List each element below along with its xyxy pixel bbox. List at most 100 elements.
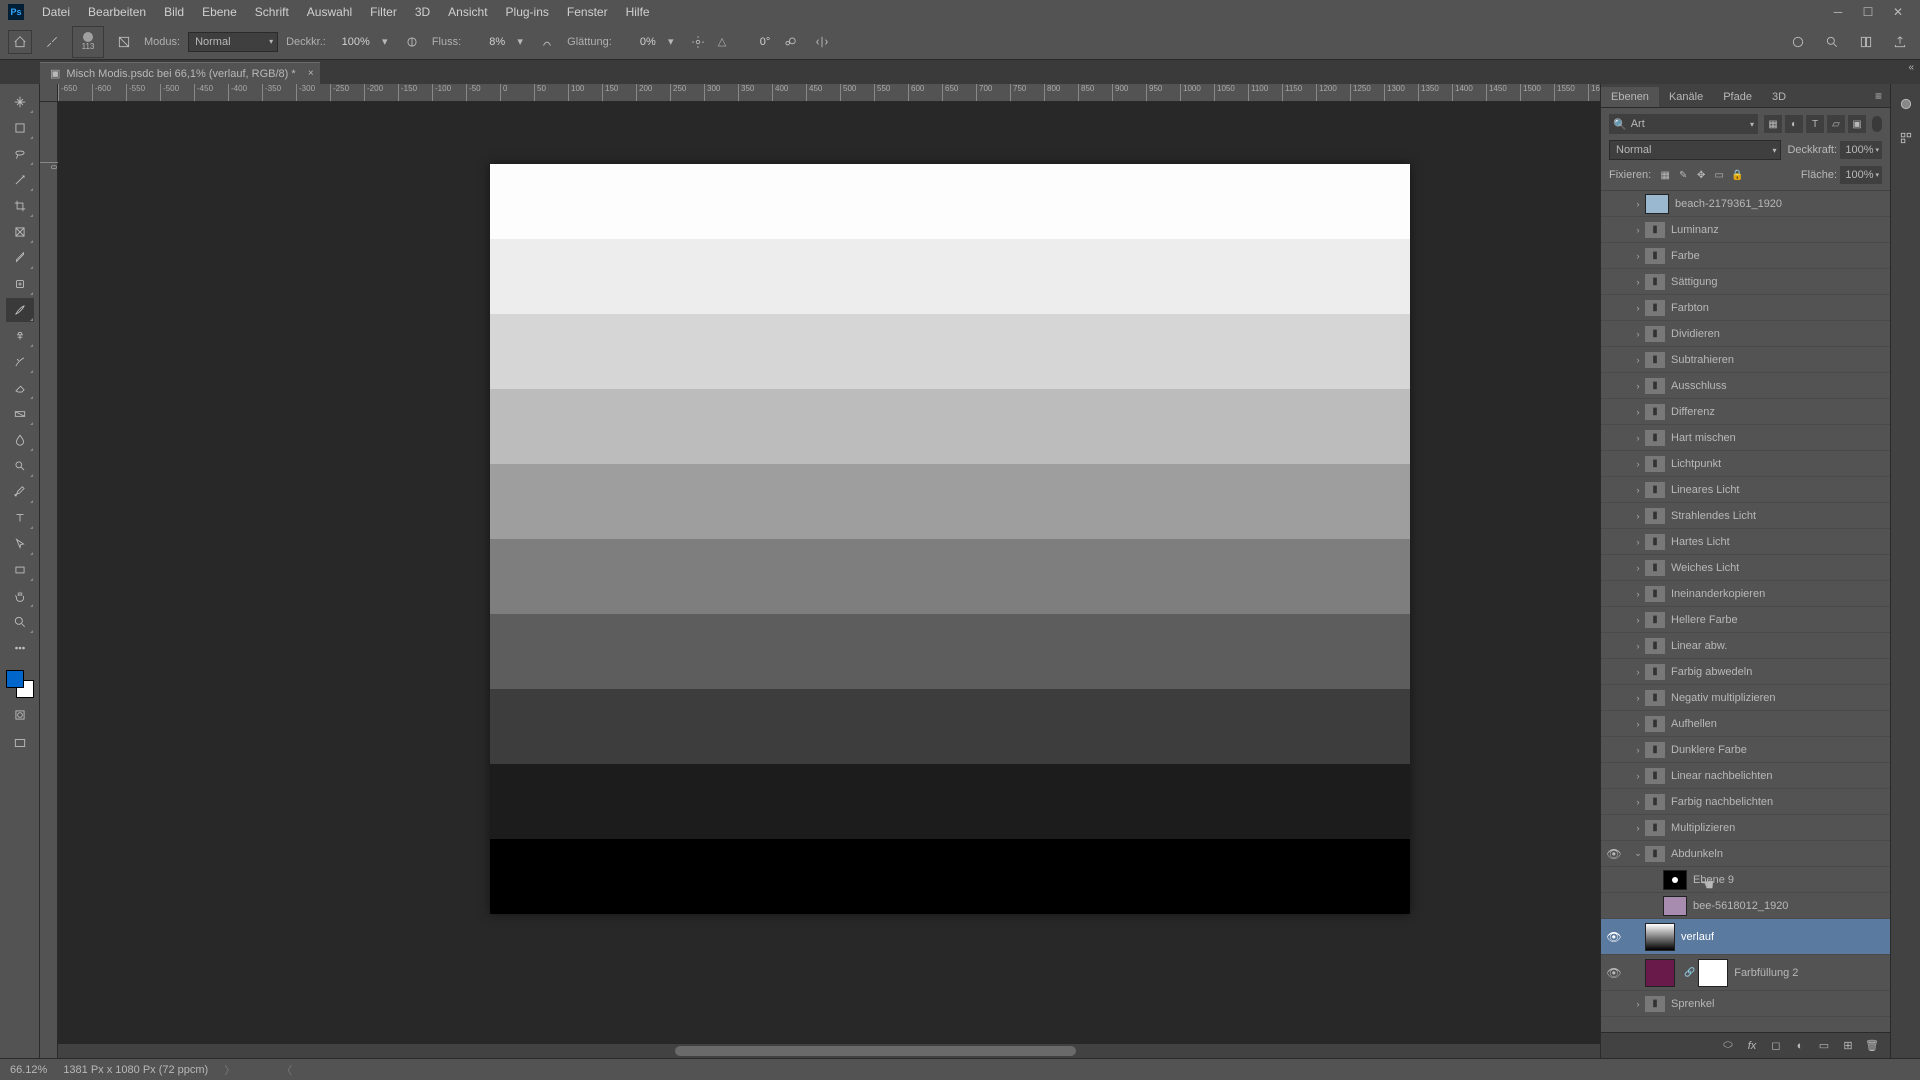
screen-mode-icon[interactable] — [6, 732, 34, 754]
layer-row[interactable]: ›▮Farbe — [1601, 243, 1890, 269]
tool-crop[interactable] — [6, 194, 34, 218]
folder-icon[interactable]: ▮ — [1645, 404, 1665, 420]
ruler-origin[interactable] — [40, 84, 58, 102]
canvas-area[interactable]: -650-600-550-500-450-400-350-300-250-200… — [40, 84, 1600, 1058]
layer-row[interactable]: ›▮Negativ multiplizieren — [1601, 685, 1890, 711]
menu-fenster[interactable]: Fenster — [559, 1, 616, 23]
layer-row[interactable]: ›▮Lichtpunkt — [1601, 451, 1890, 477]
layer-thumbnail[interactable] — [1663, 896, 1687, 916]
menu-hilfe[interactable]: Hilfe — [618, 1, 658, 23]
filter-adjust-icon[interactable]: ◐ — [1785, 115, 1803, 133]
folder-icon[interactable]: ▮ — [1645, 248, 1665, 264]
layer-row[interactable]: ›▮Hart mischen — [1601, 425, 1890, 451]
folder-icon[interactable]: ▮ — [1645, 794, 1665, 810]
document-dimensions[interactable]: 1381 Px x 1080 Px (72 ppcm) — [63, 1064, 208, 1076]
menu-schrift[interactable]: Schrift — [247, 1, 297, 23]
layer-row[interactable]: ›▮Farbig abwedeln — [1601, 659, 1890, 685]
opacity-value[interactable]: 100% — [334, 36, 370, 48]
share-icon[interactable] — [1888, 30, 1912, 54]
folder-icon[interactable]: ▮ — [1645, 586, 1665, 602]
tool-hand[interactable] — [6, 584, 34, 608]
layer-opacity-value[interactable]: 100% — [1840, 141, 1882, 159]
layer-name[interactable]: Aufhellen — [1671, 718, 1717, 730]
lock-pixels-icon[interactable]: ✎ — [1675, 167, 1691, 183]
layer-row[interactable]: ›beach-2179361_1920 — [1601, 191, 1890, 217]
folder-icon[interactable]: ▮ — [1645, 222, 1665, 238]
lock-all-icon[interactable]: 🔒 — [1729, 167, 1745, 183]
tool-pen[interactable] — [6, 480, 34, 504]
expand-arrow-icon[interactable]: › — [1631, 537, 1645, 547]
folder-icon[interactable]: ▮ — [1645, 274, 1665, 290]
panel-tab-kanäle[interactable]: Kanäle — [1659, 87, 1713, 107]
ruler-horizontal[interactable]: -650-600-550-500-450-400-350-300-250-200… — [58, 84, 1600, 102]
layer-name[interactable]: Luminanz — [1671, 224, 1719, 236]
menu-3d[interactable]: 3D — [407, 1, 438, 23]
expand-arrow-icon[interactable]: › — [1631, 251, 1645, 261]
folder-icon[interactable]: ▮ — [1645, 430, 1665, 446]
folder-icon[interactable]: ▮ — [1645, 996, 1665, 1012]
tool-path-select[interactable] — [6, 532, 34, 556]
layer-row[interactable]: ›▮Strahlendes Licht — [1601, 503, 1890, 529]
tool-eraser[interactable] — [6, 376, 34, 400]
layer-name[interactable]: Ebene 9 — [1693, 874, 1734, 886]
folder-icon[interactable]: ▮ — [1645, 690, 1665, 706]
layer-name[interactable]: Farbfüllung 2 — [1734, 967, 1798, 979]
folder-icon[interactable]: ▮ — [1645, 716, 1665, 732]
panel-menu-icon[interactable]: ≡ — [1867, 85, 1890, 107]
layer-name[interactable]: Lichtpunkt — [1671, 458, 1721, 470]
layer-name[interactable]: Dunklere Farbe — [1671, 744, 1747, 756]
filter-type-icon[interactable]: T — [1806, 115, 1824, 133]
layer-name[interactable]: Dividieren — [1671, 328, 1720, 340]
tool-lasso[interactable] — [6, 142, 34, 166]
folder-icon[interactable]: ▮ — [1645, 742, 1665, 758]
filter-toggle[interactable] — [1872, 116, 1882, 132]
layer-row[interactable]: ›▮Luminanz — [1601, 217, 1890, 243]
zoom-level[interactable]: 66.12% — [10, 1064, 47, 1076]
folder-icon[interactable]: ▮ — [1645, 300, 1665, 316]
layer-row[interactable]: 👁🔗Farbfüllung 2 — [1601, 955, 1890, 991]
layer-row[interactable]: 👁verlauf — [1601, 919, 1890, 955]
scrollbar-thumb[interactable] — [675, 1046, 1076, 1056]
add-mask-icon[interactable]: ◻ — [1768, 1038, 1784, 1054]
document-tab[interactable]: ▣ Misch Modis.psdc bei 66,1% (verlauf, R… — [40, 62, 320, 84]
layer-row[interactable]: ›▮Ausschluss — [1601, 373, 1890, 399]
menu-ansicht[interactable]: Ansicht — [440, 1, 495, 23]
layer-name[interactable]: Abdunkeln — [1671, 848, 1723, 860]
tool-gradient[interactable] — [6, 402, 34, 426]
expand-arrow-icon[interactable]: › — [1631, 303, 1645, 313]
tool-clone[interactable] — [6, 324, 34, 348]
tool-eyedropper[interactable] — [6, 246, 34, 270]
lock-nesting-icon[interactable]: ▭ — [1711, 167, 1727, 183]
menu-filter[interactable]: Filter — [362, 1, 405, 23]
layer-row[interactable]: ›▮Hellere Farbe — [1601, 607, 1890, 633]
smoothing-options-icon[interactable] — [686, 30, 710, 54]
layer-name[interactable]: Farbton — [1671, 302, 1709, 314]
layer-row[interactable]: ›▮Sprenkel — [1601, 991, 1890, 1017]
layer-row[interactable]: ›▮Farbig nachbelichten — [1601, 789, 1890, 815]
expand-arrow-icon[interactable]: › — [1631, 823, 1645, 833]
angle-value[interactable]: 0° — [734, 36, 770, 48]
expand-arrow-icon[interactable]: › — [1631, 667, 1645, 677]
expand-arrow-icon[interactable]: ⌄ — [1631, 848, 1645, 859]
mask-thumbnail[interactable] — [1698, 959, 1728, 987]
cloud-docs-icon[interactable] — [1786, 30, 1810, 54]
layer-name[interactable]: bee-5618012_1920 — [1693, 900, 1788, 912]
folder-icon[interactable]: ▮ — [1645, 352, 1665, 368]
tool-blur[interactable] — [6, 428, 34, 452]
folder-icon[interactable]: ▮ — [1645, 560, 1665, 576]
new-group-icon[interactable]: ▭ — [1816, 1038, 1832, 1054]
tool-more[interactable] — [6, 636, 34, 660]
visibility-toggle[interactable]: 👁 — [1601, 847, 1627, 861]
expand-arrow-icon[interactable]: › — [1631, 641, 1645, 651]
color-panel-icon[interactable] — [1896, 94, 1916, 114]
layer-filter-dropdown[interactable]: 🔍 Art ▾ — [1609, 114, 1758, 134]
expand-arrow-icon[interactable]: › — [1631, 459, 1645, 469]
expand-arrow-icon[interactable]: › — [1631, 615, 1645, 625]
expand-arrow-icon[interactable]: › — [1631, 407, 1645, 417]
layer-name[interactable]: Ineinanderkopieren — [1671, 588, 1765, 600]
folder-icon[interactable]: ▮ — [1645, 638, 1665, 654]
layer-row[interactable]: ›▮Dividieren — [1601, 321, 1890, 347]
tool-move[interactable] — [6, 90, 34, 114]
layer-row[interactable]: ›▮Ineinanderkopieren — [1601, 581, 1890, 607]
tool-zoom[interactable] — [6, 610, 34, 634]
